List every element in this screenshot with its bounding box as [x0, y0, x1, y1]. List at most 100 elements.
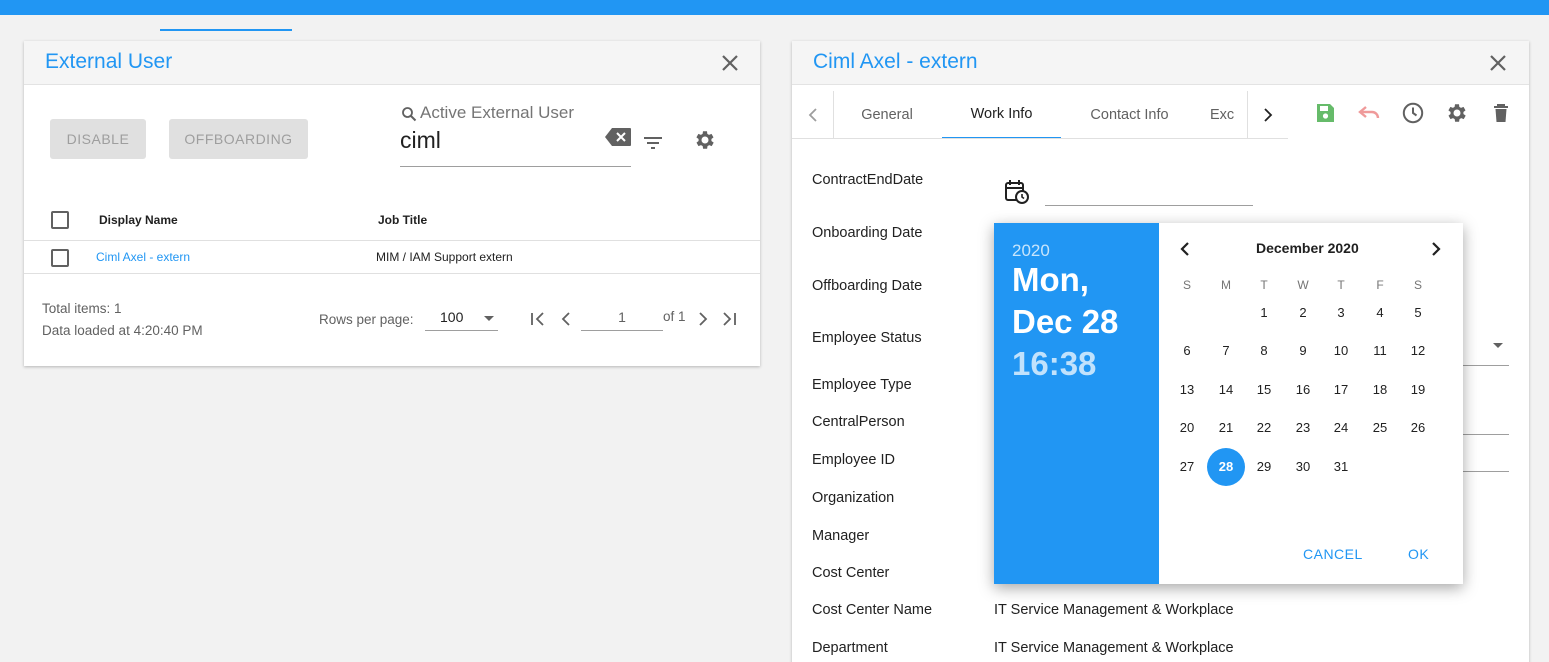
panel-title: External User [45, 50, 173, 73]
total-items-text: Total items: 1 [42, 301, 122, 316]
search-field[interactable]: Active External User ciml [400, 101, 631, 167]
dropdown-arrow-icon [484, 316, 494, 321]
calendar-day[interactable]: 8 [1245, 332, 1283, 370]
calendar-day[interactable]: 21 [1207, 409, 1245, 447]
picker-weekday: Mon, [1012, 261, 1089, 298]
detail-title: Ciml Axel - extern [813, 50, 978, 73]
search-input[interactable]: ciml [400, 127, 441, 154]
previous-page-icon[interactable] [555, 308, 577, 330]
calendar-day[interactable]: 25 [1361, 409, 1399, 447]
calendar-day[interactable]: 23 [1284, 409, 1322, 447]
offboarding-button[interactable]: OFFBOARDING [169, 119, 308, 159]
calendar-day[interactable]: 15 [1245, 371, 1283, 409]
undo-icon[interactable] [1357, 101, 1381, 125]
table-row[interactable]: Ciml Axel - extern MIM / IAM Support ext… [24, 241, 760, 274]
cancel-button[interactable]: CANCEL [1303, 546, 1363, 562]
data-loaded-text: Data loaded at 4:20:40 PM [42, 323, 203, 338]
calendar-day[interactable]: 10 [1322, 332, 1360, 370]
next-month-icon[interactable] [1427, 240, 1445, 258]
contract-end-date-input[interactable] [1045, 205, 1253, 206]
calendar-day[interactable]: 4 [1361, 294, 1399, 332]
calendar-day[interactable]: 11 [1361, 332, 1399, 370]
search-label: Active External User [420, 103, 574, 122]
previous-month-icon[interactable] [1176, 240, 1194, 258]
field-label-cost-center-name: Cost Center Name [812, 602, 933, 618]
column-header-job-title[interactable]: Job Title [378, 213, 427, 227]
weekday-label: S [1413, 278, 1422, 292]
calendar-day[interactable]: 6 [1168, 332, 1206, 370]
external-user-panel: External User DISABLE OFFBOARDING Active… [24, 41, 760, 366]
calendar-day[interactable]: 14 [1207, 371, 1245, 409]
picker-date[interactable]: Dec 28 [1012, 303, 1118, 341]
calendar-day[interactable]: 26 [1399, 409, 1437, 447]
calendar-day[interactable]: 31 [1322, 448, 1360, 486]
field-label-central-person: CentralPerson [812, 414, 905, 430]
first-page-icon[interactable] [527, 308, 549, 330]
calendar-day[interactable]: 20 [1168, 409, 1206, 447]
calendar-day[interactable]: 22 [1245, 409, 1283, 447]
calendar-day[interactable]: 5 [1399, 294, 1437, 332]
gear-icon[interactable] [693, 128, 717, 152]
disable-button[interactable]: DISABLE [50, 119, 146, 159]
field-label-contract-end-date: ContractEndDate [812, 172, 924, 188]
calendar-clock-icon[interactable] [1004, 179, 1030, 205]
tabs-scroll-left-icon[interactable] [803, 105, 823, 125]
picker-month-title: December 2020 [1256, 240, 1359, 256]
calendar-day[interactable]: 2 [1284, 294, 1322, 332]
trash-icon[interactable] [1489, 101, 1513, 125]
calendar-day[interactable]: 19 [1399, 371, 1437, 409]
calendar-day[interactable]: 18 [1361, 371, 1399, 409]
last-page-icon[interactable] [718, 308, 740, 330]
calendar-day[interactable]: 12 [1399, 332, 1437, 370]
save-icon[interactable] [1313, 101, 1337, 125]
close-icon[interactable] [719, 52, 741, 74]
column-header-display-name[interactable]: Display Name [99, 213, 178, 227]
select-all-checkbox[interactable] [51, 211, 69, 229]
field-label-manager: Manager [812, 528, 870, 544]
tab-general[interactable]: General [842, 91, 932, 138]
panel-header: External User [24, 41, 760, 85]
dropdown-arrow-icon[interactable] [1492, 342, 1504, 349]
calendar-day[interactable]: 30 [1284, 448, 1322, 486]
weekday-label: S [1182, 278, 1191, 292]
field-label-employee-status: Employee Status [812, 330, 922, 346]
calendar-day[interactable]: 24 [1322, 409, 1360, 447]
calendar-day[interactable]: 27 [1168, 448, 1206, 486]
rows-per-page-select[interactable]: 100 [425, 307, 498, 331]
rows-per-page-value: 100 [440, 309, 464, 325]
calendar-day[interactable]: 7 [1207, 332, 1245, 370]
filter-icon[interactable] [641, 131, 665, 155]
calendar-day[interactable]: 16 [1284, 371, 1322, 409]
tab-divider [833, 91, 834, 138]
history-icon[interactable] [1401, 101, 1425, 125]
row-job-title: MIM / IAM Support extern [376, 250, 513, 264]
ok-button[interactable]: OK [1408, 546, 1429, 562]
next-page-icon[interactable] [692, 308, 714, 330]
tab-exc[interactable]: Exc [1210, 91, 1246, 138]
tabs-scroll-right-icon[interactable] [1258, 105, 1278, 125]
date-time-picker: 2020 Mon, Dec 28 16:38 December 2020 S M T… [994, 223, 1463, 584]
picker-time[interactable]: 16:38 [1012, 345, 1096, 383]
calendar-day[interactable]: 29 [1245, 448, 1283, 486]
rows-per-page-label: Rows per page: [319, 312, 414, 327]
picker-year[interactable]: 2020 [1012, 241, 1050, 261]
weekday-label: T [1260, 278, 1268, 292]
tab-work-info[interactable]: Work Info [942, 91, 1061, 138]
calendar-day[interactable]: 17 [1322, 371, 1360, 409]
app-top-bar [0, 0, 1549, 15]
calendar-day-selected[interactable]: 28 [1207, 448, 1245, 486]
close-icon[interactable] [1487, 52, 1509, 74]
tab-contact-info[interactable]: Contact Info [1071, 91, 1188, 138]
gear-icon[interactable] [1445, 101, 1469, 125]
tabs-scroll-right-area[interactable] [1247, 91, 1288, 138]
clear-search-icon[interactable] [605, 127, 632, 147]
calendar-day[interactable]: 1 [1245, 294, 1283, 332]
page-number-input[interactable]: 1 [581, 307, 663, 331]
calendar-day[interactable]: 13 [1168, 371, 1206, 409]
picker-summary: 2020 Mon, Dec 28 16:38 [994, 223, 1159, 584]
calendar-day[interactable]: 3 [1322, 294, 1360, 332]
weekday-label: F [1376, 278, 1384, 292]
calendar-day[interactable]: 9 [1284, 332, 1322, 370]
row-checkbox[interactable] [51, 249, 69, 267]
row-display-name-link[interactable]: Ciml Axel - extern [96, 250, 190, 264]
